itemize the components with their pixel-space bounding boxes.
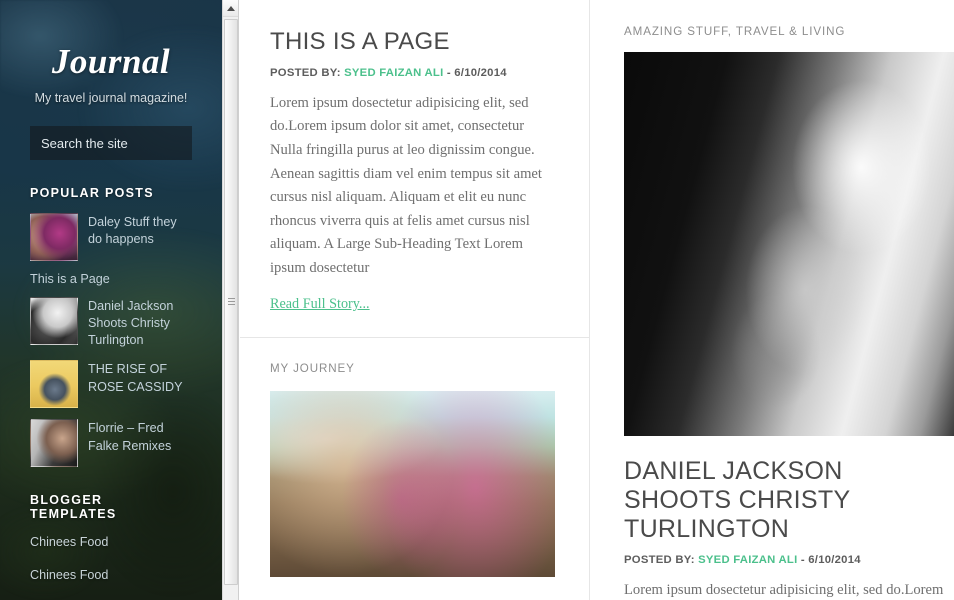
list-item[interactable]: Chinees Food xyxy=(30,568,192,582)
list-item-label: Daley Stuff they do happens xyxy=(88,215,177,247)
byline-author[interactable]: SYED FAIZAN ALI xyxy=(698,554,797,566)
post-thumbnail xyxy=(30,360,78,409)
middle-column: THIS IS A PAGE POSTED BY: SYED FAIZAN AL… xyxy=(240,0,590,600)
blogger-templates-heading: BLOGGER TEMPLATES xyxy=(30,493,117,522)
byline: POSTED BY: SYED FAIZAN ALI - 6/10/2014 xyxy=(624,554,954,566)
category-label[interactable]: MY JOURNEY xyxy=(270,362,555,375)
site-tagline: My travel journal magazine! xyxy=(34,91,188,105)
byline-prefix: POSTED BY: xyxy=(624,554,695,567)
list-item-label: Daniel Jackson Shoots Christy Turlington xyxy=(88,299,174,348)
sidebar: Journal My travel journal magazine! POPU… xyxy=(0,0,222,600)
list-item[interactable]: Daley Stuff they do happens xyxy=(30,213,192,261)
scrollbar-grip-icon xyxy=(228,298,235,307)
article-daley-stuff: MY JOURNEY DALEY STUFF THEY DO HAPPENS P… xyxy=(240,336,589,600)
article-title[interactable]: DANIEL JACKSON SHOOTS CHRISTY TURLINGTON xyxy=(624,457,954,543)
article-featured-image[interactable] xyxy=(624,52,954,436)
byline-date: - 6/10/2014 xyxy=(446,66,507,79)
page-root: Journal My travel journal magazine! POPU… xyxy=(0,0,954,600)
page-title[interactable]: THIS IS A PAGE xyxy=(270,28,555,56)
list-item-label: This is a Page xyxy=(30,272,110,286)
article-daniel-jackson: AMAZING STUFF, TRAVEL & LIVING DANIEL JA… xyxy=(624,0,954,600)
article-body: Lorem ipsum dosectetur adipisicing elit,… xyxy=(624,582,944,599)
blogger-templates-list: Chinees Food Chinees Food Chinees Food C… xyxy=(30,535,192,600)
list-item[interactable]: Chinees Food xyxy=(30,535,192,549)
vertical-scrollbar[interactable] xyxy=(222,0,239,600)
list-item[interactable]: Florrie – Fred Falke Remixes xyxy=(30,419,192,468)
popular-posts-heading: POPULAR POSTS xyxy=(30,186,154,200)
byline-author[interactable]: SYED FAIZAN ALI xyxy=(344,67,443,79)
search-input[interactable] xyxy=(30,126,192,160)
right-column: AMAZING STUFF, TRAVEL & LIVING DANIEL JA… xyxy=(590,0,954,600)
byline: POSTED BY: SYED FAIZAN ALI - 6/10/2014 xyxy=(270,67,555,79)
site-title: Journal xyxy=(51,42,171,81)
post-thumbnail xyxy=(30,419,78,468)
byline-date: - 6/10/2014 xyxy=(800,554,861,567)
post-thumbnail xyxy=(30,297,78,345)
content-area: THIS IS A PAGE POSTED BY: SYED FAIZAN AL… xyxy=(240,0,954,600)
list-item-label: Florrie – Fred Falke Remixes xyxy=(88,421,172,453)
article-featured-image[interactable] xyxy=(270,390,555,577)
list-item[interactable]: Daniel Jackson Shoots Christy Turlington xyxy=(30,297,192,349)
category-label[interactable]: AMAZING STUFF, TRAVEL & LIVING xyxy=(624,25,954,38)
scrollbar-thumb[interactable] xyxy=(224,19,238,585)
article-body: Lorem ipsum dosectetur adipisicing elit,… xyxy=(270,94,542,277)
read-full-story-link[interactable]: Read Full Story... xyxy=(270,296,370,313)
article-this-is-a-page: THIS IS A PAGE POSTED BY: SYED FAIZAN AL… xyxy=(240,0,589,337)
post-thumbnail xyxy=(30,213,78,261)
scroll-up-arrow-icon[interactable] xyxy=(223,0,238,17)
list-item[interactable]: THE RISE OF ROSE CASSIDY xyxy=(30,360,192,409)
list-item-label: THE RISE OF ROSE CASSIDY xyxy=(88,362,183,394)
list-item[interactable]: This is a Page xyxy=(30,272,192,286)
byline-prefix: POSTED BY: xyxy=(270,66,341,79)
popular-posts-list: Daley Stuff they do happens This is a Pa… xyxy=(30,213,192,468)
